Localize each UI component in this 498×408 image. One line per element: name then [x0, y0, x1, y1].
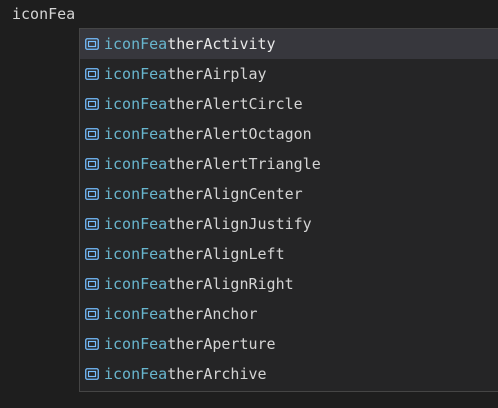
- suggestion-item[interactable]: iconFeatherAlignJustify: [80, 209, 498, 239]
- variable-icon: [84, 126, 100, 142]
- suggestion-match-text: iconFea: [104, 95, 168, 113]
- suggestion-match-text: iconFea: [104, 275, 168, 293]
- suggestion-label: iconFeatherAlignLeft: [104, 239, 285, 269]
- variable-icon: [84, 66, 100, 82]
- suggestion-match-text: iconFea: [104, 35, 168, 53]
- variable-icon: [84, 216, 100, 232]
- suggestion-rest-text: therAlertOctagon: [167, 125, 312, 143]
- suggestion-match-text: iconFea: [104, 335, 168, 353]
- suggestion-match-text: iconFea: [104, 365, 168, 383]
- variable-icon: [84, 36, 100, 52]
- suggestion-rest-text: therAlignJustify: [167, 215, 312, 233]
- suggestion-rest-text: therActivity: [167, 35, 276, 53]
- suggestion-item[interactable]: iconFeatherAlertTriangle: [80, 149, 498, 179]
- suggestion-item[interactable]: iconFeatherAlignLeft: [80, 239, 498, 269]
- suggestion-match-text: iconFea: [104, 185, 168, 203]
- suggestion-rest-text: therAlertTriangle: [167, 155, 321, 173]
- suggestion-rest-text: therAnchor: [167, 305, 258, 323]
- suggestion-rest-text: therAlertCircle: [167, 95, 303, 113]
- suggestion-label: iconFeatherAnchor: [104, 299, 258, 329]
- suggestion-item[interactable]: iconFeatherAnchor: [80, 299, 498, 329]
- variable-icon: [84, 186, 100, 202]
- suggestion-label: iconFeatherAlertTriangle: [104, 149, 321, 179]
- suggestion-rest-text: therAlignCenter: [167, 185, 303, 203]
- suggestion-widget[interactable]: iconFeatherActivity iconFeatherAirplay i…: [79, 28, 498, 392]
- variable-icon: [84, 366, 100, 382]
- suggestion-item[interactable]: iconFeatherAirplay: [80, 59, 498, 89]
- variable-icon: [84, 96, 100, 112]
- suggestion-match-text: iconFea: [104, 125, 168, 143]
- variable-icon: [84, 246, 100, 262]
- suggestion-rest-text: therAlignLeft: [167, 245, 285, 263]
- suggestion-label: iconFeatherAperture: [104, 329, 276, 359]
- suggestion-item[interactable]: iconFeatherAlignCenter: [80, 179, 498, 209]
- editor-current-line[interactable]: iconFea: [12, 4, 75, 24]
- variable-icon: [84, 306, 100, 322]
- suggestion-item[interactable]: iconFeatherActivity: [80, 29, 498, 59]
- suggestion-match-text: iconFea: [104, 245, 168, 263]
- suggestion-label: iconFeatherArchive: [104, 359, 267, 389]
- variable-icon: [84, 156, 100, 172]
- suggestion-match-text: iconFea: [104, 65, 168, 83]
- suggestion-match-text: iconFea: [104, 215, 168, 233]
- suggestion-label: iconFeatherAirplay: [104, 59, 267, 89]
- suggestion-label: iconFeatherActivity: [104, 29, 276, 59]
- suggestion-rest-text: therArchive: [167, 365, 267, 383]
- suggestion-match-text: iconFea: [104, 305, 168, 323]
- suggestion-label: iconFeatherAlertOctagon: [104, 119, 312, 149]
- variable-icon: [84, 336, 100, 352]
- suggestion-label: iconFeatherAlignCenter: [104, 179, 303, 209]
- suggestion-item[interactable]: iconFeatherAlertCircle: [80, 89, 498, 119]
- suggestion-rest-text: therAirplay: [167, 65, 267, 83]
- suggestion-item[interactable]: iconFeatherAlignRight: [80, 269, 498, 299]
- suggestion-item[interactable]: iconFeatherArchive: [80, 359, 498, 389]
- suggestion-rest-text: therAlignRight: [167, 275, 294, 293]
- suggestion-label: iconFeatherAlignRight: [104, 269, 294, 299]
- variable-icon: [84, 276, 100, 292]
- suggestion-match-text: iconFea: [104, 155, 168, 173]
- suggestion-label: iconFeatherAlertCircle: [104, 89, 303, 119]
- suggestion-item[interactable]: iconFeatherAlertOctagon: [80, 119, 498, 149]
- suggestion-rest-text: therAperture: [167, 335, 276, 353]
- suggestion-label: iconFeatherAlignJustify: [104, 209, 312, 239]
- suggestion-item[interactable]: iconFeatherAperture: [80, 329, 498, 359]
